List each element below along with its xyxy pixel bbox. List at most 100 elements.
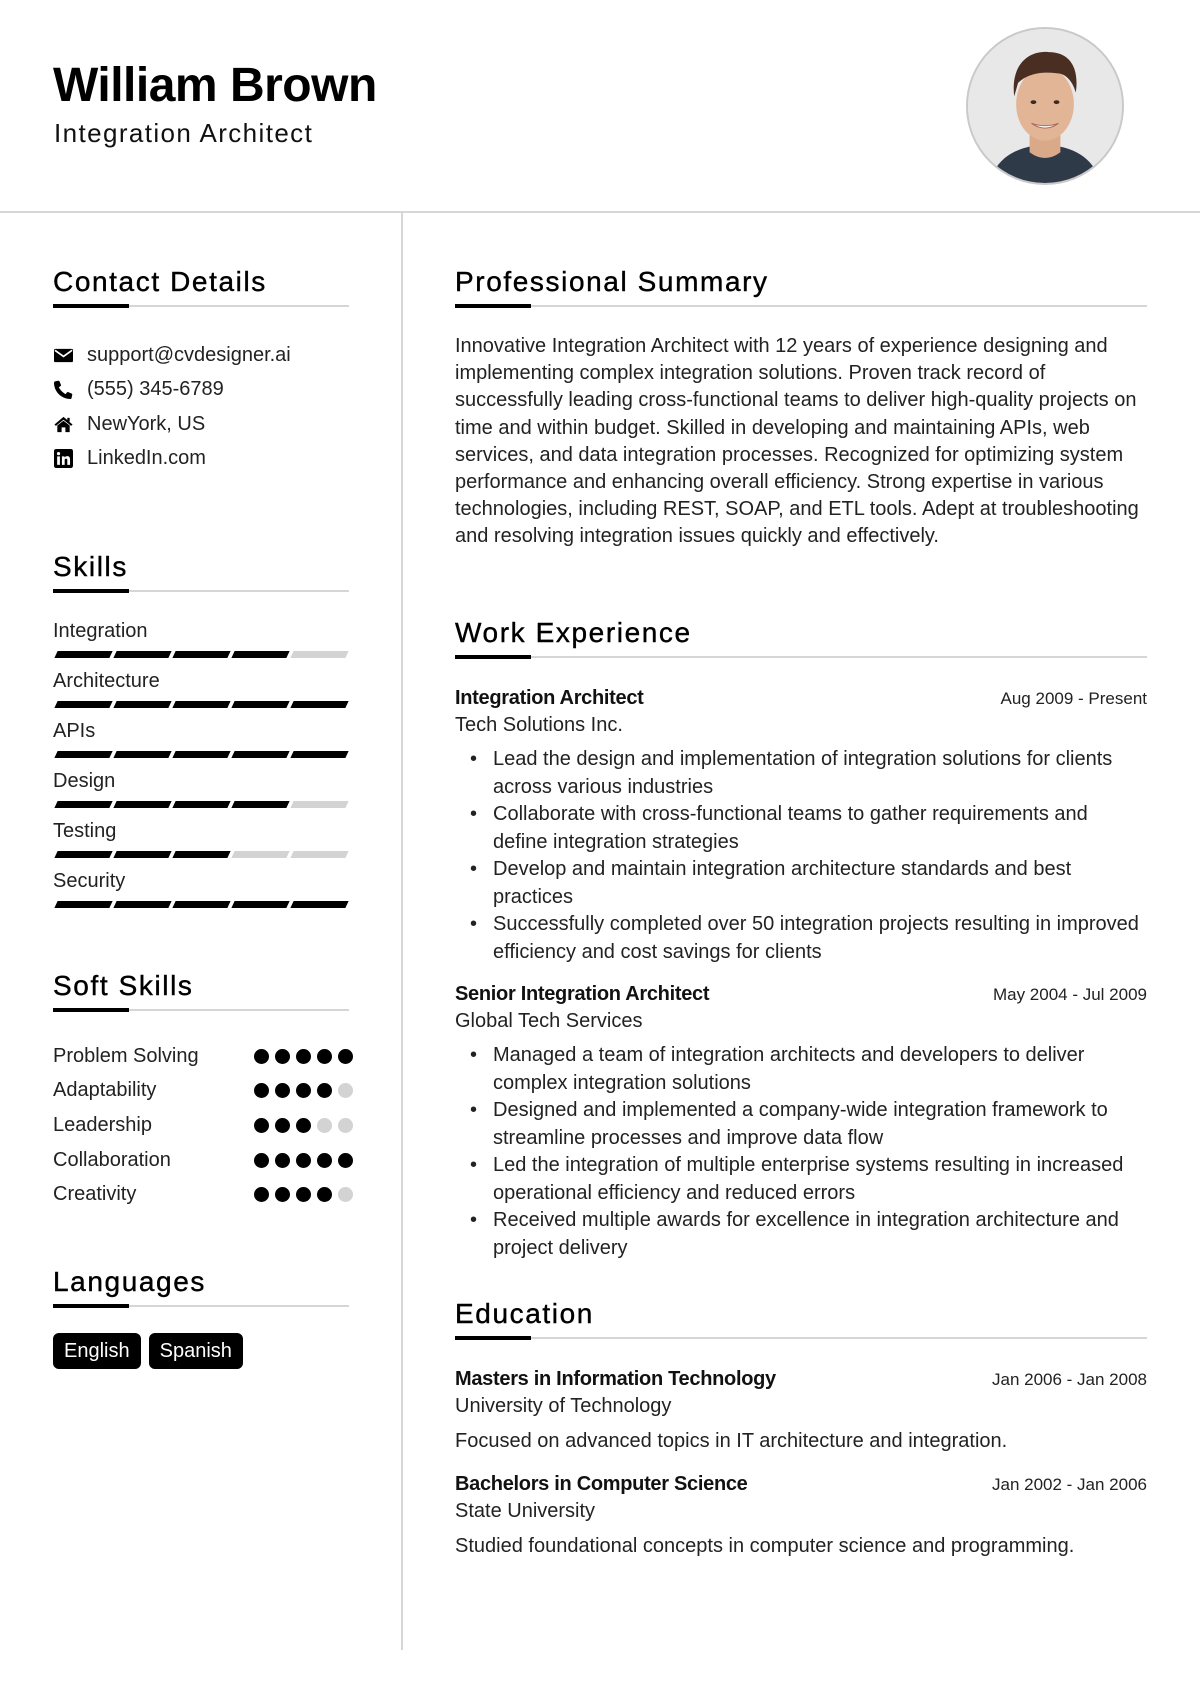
soft-skill-rating (254, 1187, 353, 1203)
rating-dot-filled (254, 1152, 269, 1168)
job-bullets: Managed a team of integration architects… (455, 1042, 1147, 1262)
heading-underline (53, 1007, 349, 1012)
rating-dot-filled (317, 1048, 332, 1064)
languages-section-heading: Languages (53, 1265, 349, 1308)
soft-skill-item: Problem Solving (53, 1039, 353, 1074)
skill-level-bar (53, 651, 349, 658)
education-dates: Jan 2006 - Jan 2008 (991, 1370, 1147, 1389)
language-badge: Spanish (148, 1333, 243, 1369)
skill-item: Integration (53, 619, 349, 669)
skill-segment-filled (113, 751, 172, 758)
contact-phone[interactable]: (555) 345-6789 (53, 373, 353, 408)
soft-skills-section-heading: Soft Skills (53, 969, 349, 1012)
job-company: Global Tech Services (455, 1010, 643, 1032)
job-bullet: Lead the design and implementation of in… (455, 746, 1147, 801)
skill-label: Security (53, 870, 126, 892)
job-bullet: Managed a team of integration architects… (455, 1042, 1147, 1097)
job-bullet: Received multiple awards for excellence … (455, 1207, 1147, 1262)
soft-skill-label: Collaboration (53, 1148, 171, 1171)
degree-title: Bachelors in Computer Science (455, 1473, 748, 1495)
soft-skill-item: Collaboration (53, 1143, 353, 1178)
rating-dot-filled (275, 1117, 290, 1133)
skill-segment-empty (290, 651, 349, 658)
soft-skill-rating (254, 1152, 353, 1168)
education-entry: Bachelors in Computer Science Jan 2002 -… (455, 1471, 1147, 1560)
skill-label: Integration (53, 620, 148, 642)
skill-segment-filled (54, 651, 113, 658)
rating-dot-filled (317, 1152, 332, 1168)
soft-skill-rating (254, 1083, 353, 1099)
rating-dot-filled (296, 1117, 311, 1133)
skill-level-bar (53, 701, 349, 708)
heading-underline (53, 588, 349, 593)
candidate-name: William Brown (53, 59, 377, 112)
school-name: University of Technology (455, 1395, 672, 1417)
rating-dot-empty (338, 1117, 353, 1133)
rating-dot-empty (338, 1187, 353, 1203)
education-description: Studied foundational concepts in compute… (455, 1535, 1075, 1557)
job-title: Integration Architect (455, 687, 644, 709)
home-icon (53, 414, 73, 434)
job-bullets: Lead the design and implementation of in… (455, 746, 1147, 966)
skill-item: APIs (53, 719, 349, 769)
soft-skill-label: Problem Solving (53, 1044, 199, 1067)
contact-text: support@cvdesigner.ai (87, 343, 291, 366)
skill-segment-filled (54, 801, 113, 808)
skill-segment-filled (113, 701, 172, 708)
skill-item: Testing (53, 819, 349, 869)
soft-skills-heading: Soft Skills (53, 970, 194, 1001)
rating-dot-filled (254, 1048, 269, 1064)
phone-icon (53, 380, 73, 400)
rating-dot-filled (296, 1187, 311, 1203)
soft-skills-list: Problem Solving Adaptability Leadership Col… (53, 1039, 353, 1212)
contact-linkedin[interactable]: LinkedIn.com (53, 442, 353, 477)
skill-segment-filled (113, 801, 172, 808)
skill-segment-filled (231, 901, 290, 908)
skill-segment-filled (172, 701, 231, 708)
soft-skill-item: Leadership (53, 1108, 353, 1143)
heading-underline (455, 303, 1147, 308)
skill-label: Testing (53, 820, 117, 842)
school-name: State University (455, 1500, 596, 1522)
job-bullet: Designed and implemented a company-wide … (455, 1097, 1147, 1152)
rating-dot-filled (254, 1187, 269, 1203)
rating-dot-empty (338, 1083, 353, 1099)
rating-dot-filled (275, 1187, 290, 1203)
degree-title: Masters in Information Technology (455, 1368, 776, 1390)
skill-segment-filled (231, 751, 290, 758)
rating-dot-empty (317, 1117, 332, 1133)
soft-skill-label: Creativity (53, 1183, 137, 1206)
languages-list: English Spanish (53, 1333, 243, 1369)
skill-segment-filled (54, 701, 113, 708)
skill-segment-filled (172, 851, 231, 858)
contact-text: LinkedIn.com (87, 447, 206, 470)
skill-segment-filled (290, 901, 349, 908)
job-entry: Senior Integration Architect May 2004 - … (455, 981, 1147, 1262)
rating-dot-filled (275, 1083, 290, 1099)
education-dates: Jan 2002 - Jan 2006 (991, 1475, 1147, 1494)
skills-heading: Skills (53, 551, 128, 582)
heading-underline (53, 303, 349, 308)
contact-email[interactable]: support@cvdesigner.ai (53, 338, 353, 373)
soft-skill-item: Creativity (53, 1177, 353, 1212)
skill-segment-filled (113, 851, 172, 858)
skill-segment-filled (290, 701, 349, 708)
envelope-icon (53, 345, 73, 365)
job-bullet: Successfully completed over 50 integrati… (455, 911, 1147, 966)
soft-skill-label: Leadership (53, 1113, 152, 1136)
contact-text: NewYork, US (87, 412, 206, 435)
education-entry: Masters in Information Technology Jan 20… (455, 1366, 1147, 1455)
rating-dot-filled (296, 1152, 311, 1168)
education-heading: Education (455, 1298, 594, 1329)
rating-dot-filled (338, 1152, 353, 1168)
job-dates: May 2004 - Jul 2009 (992, 985, 1147, 1004)
summary-heading: Professional Summary (455, 266, 769, 297)
skill-level-bar (53, 801, 349, 808)
rating-dot-filled (254, 1083, 269, 1099)
avatar-image (968, 29, 1122, 183)
rating-dot-filled (317, 1187, 332, 1203)
contact-text: (555) 345-6789 (87, 378, 224, 401)
soft-skill-rating (254, 1048, 353, 1064)
heading-underline (455, 1335, 1147, 1340)
contact-section-heading: Contact Details (53, 265, 349, 308)
